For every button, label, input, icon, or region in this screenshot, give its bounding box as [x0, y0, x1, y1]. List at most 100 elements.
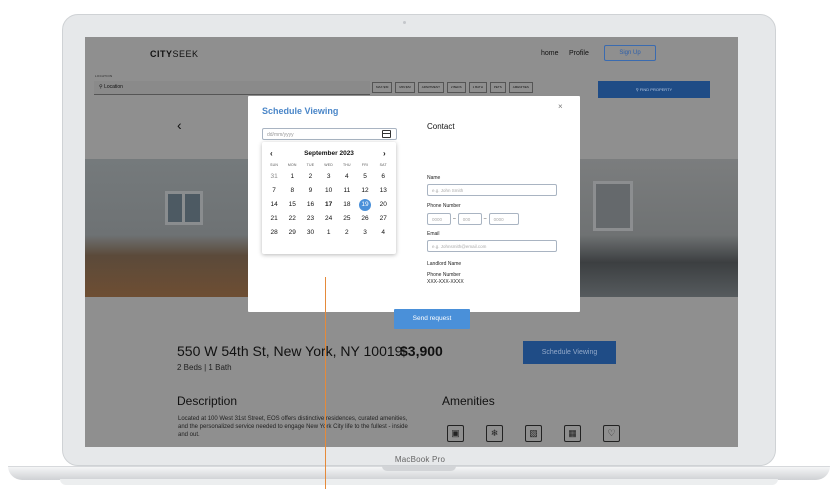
calendar-day-label: 31	[270, 173, 278, 180]
calendar-day-label: 12	[361, 187, 369, 194]
calendar-day[interactable]: 1	[283, 170, 301, 184]
calendar-day[interactable]: 1	[320, 226, 338, 240]
back-arrow-icon[interactable]: ‹	[177, 117, 182, 133]
calendar-day[interactable]: 17	[320, 198, 338, 212]
weekday-label: WED	[324, 163, 334, 167]
find-property-button[interactable]: ⚲ FIND PROPERTY	[598, 81, 710, 98]
calendar-day[interactable]: 9	[301, 184, 319, 198]
calendar-day[interactable]: 7	[265, 184, 283, 198]
calendar-day[interactable]: 8	[283, 184, 301, 198]
landlord-phone-value: XXX-XXX-XXXX	[427, 279, 464, 285]
filter-bar: MAX $/M MIN $/M APARTMENT 2 BEDS 1 BATH PETS A…	[372, 82, 533, 93]
calendar-day-label: 2	[308, 173, 313, 180]
calendar-day-label: 8	[290, 187, 295, 194]
date-picker: ‹ September 2023 › SUN MON TUE WED THU FRI SAT…	[262, 142, 396, 254]
filter-chip[interactable]: 1 BATH	[468, 82, 487, 93]
phone-prefix-field[interactable]: 000	[457, 213, 482, 225]
calendar-day[interactable]: 6	[374, 170, 392, 184]
listing-photo-left	[85, 159, 248, 297]
calendar-day-label: 11	[343, 187, 351, 194]
calendar-day[interactable]: 16	[301, 198, 319, 212]
calendar-day-label: 6	[381, 173, 386, 180]
filter-chip[interactable]: MAX $/M	[372, 82, 393, 93]
calendar-day-label: 30	[306, 229, 315, 236]
chevron-right-icon[interactable]: ›	[383, 149, 386, 158]
calendar-day[interactable]: 29	[283, 226, 301, 240]
nav-home-link[interactable]: home	[541, 50, 559, 57]
calendar-day-label: 4	[345, 173, 349, 180]
phone-separator: –	[453, 216, 456, 222]
calendar-day[interactable]: 28	[265, 226, 283, 240]
calendar-day[interactable]: 14	[265, 198, 283, 212]
device-label: MacBook Pro	[394, 455, 446, 464]
calendar-month: September 2023	[304, 150, 354, 157]
calendar-day-label: 9	[308, 187, 313, 194]
filter-chip[interactable]: PETS	[489, 82, 506, 93]
calendar-day[interactable]: 10	[320, 184, 338, 198]
signup-button[interactable]: Sign Up	[604, 45, 656, 61]
calendar-day[interactable]: 24	[320, 212, 338, 226]
calendar-grid: SUN MON TUE WED THU FRI SAT 31 1 2 3 4 5 6 7 8 9 10 11 12 13…	[265, 161, 393, 240]
calendar-day[interactable]: 21	[265, 212, 283, 226]
filter-chip[interactable]: 2 BEDS	[446, 82, 466, 93]
close-icon[interactable]: ×	[558, 102, 563, 111]
calendar-day[interactable]: 22	[283, 212, 301, 226]
calendar-day[interactable]: 13	[374, 184, 392, 198]
calendar-day[interactable]: 23	[301, 212, 319, 226]
calendar-day[interactable]: 5	[356, 170, 374, 184]
calendar-day[interactable]: 20	[374, 198, 392, 212]
location-input[interactable]: ⚲ Location	[94, 81, 370, 95]
phone-line-field[interactable]: 0000	[488, 213, 519, 225]
calendar-day[interactable]: 4	[338, 170, 356, 184]
calendar-icon[interactable]	[382, 130, 391, 138]
calendar-day-label: 26	[361, 215, 369, 222]
calendar-day[interactable]: 31	[265, 170, 283, 184]
calendar-day[interactable]: 4	[374, 226, 392, 240]
site-logo[interactable]: CITYSEEK	[150, 49, 199, 59]
calendar-day-selected[interactable]: 19	[356, 198, 374, 212]
filter-chip[interactable]: APARTMENT	[417, 82, 444, 93]
calendar-day[interactable]: 11	[338, 184, 356, 198]
schedule-viewing-button[interactable]: Schedule Viewing	[523, 341, 616, 364]
washer-icon: ▣	[447, 425, 464, 442]
calendar-day[interactable]: 26	[356, 212, 374, 226]
calendar-day[interactable]: 18	[338, 198, 356, 212]
snowflake-icon: ❄	[486, 425, 503, 442]
email-label: Email	[427, 231, 440, 237]
calendar-day-label: 21	[270, 215, 278, 222]
name-field[interactable]: e.g. John Smith	[427, 184, 557, 196]
weekday-label: SUN	[270, 163, 279, 167]
calendar-day-label: 17	[325, 201, 333, 208]
mirror-image	[593, 181, 633, 231]
weekday-label: TUE	[306, 163, 315, 167]
schedule-viewing-modal: Schedule Viewing × dd/mm/yyyy ‹ Septembe…	[248, 96, 580, 329]
filter-chip[interactable]: MIN $/M	[395, 82, 415, 93]
calendar-day[interactable]: 27	[374, 212, 392, 226]
phone-separator: –	[483, 216, 487, 222]
calendar-day[interactable]: 12	[356, 184, 374, 198]
weekday-label: MON	[287, 163, 297, 167]
nav-profile-link[interactable]: Profile	[569, 50, 589, 57]
phone-fields: 0000 – 000 – 0000	[427, 213, 519, 225]
calendar-day[interactable]: 2	[338, 226, 356, 240]
calendar-day[interactable]: 15	[283, 198, 301, 212]
calendar-day-label: 10	[325, 187, 333, 194]
calendar-day[interactable]: 30	[301, 226, 319, 240]
phone-area-field[interactable]: 0000	[427, 213, 451, 225]
calendar-day[interactable]: 2	[301, 170, 319, 184]
calendar-day[interactable]: 3	[356, 226, 374, 240]
pointer-line	[325, 277, 326, 489]
date-input[interactable]: dd/mm/yyyy	[262, 128, 397, 140]
camera-icon	[403, 21, 406, 24]
description-heading: Description	[177, 394, 238, 408]
calendar-day-label: 20	[379, 201, 387, 208]
dishwasher-icon: ▦	[564, 425, 581, 442]
calendar-day-label: 3	[326, 173, 331, 180]
calendar-day-label: 18	[343, 201, 351, 208]
calendar-day-label: 14	[270, 201, 278, 208]
send-request-button[interactable]: Send request	[394, 309, 470, 329]
email-field[interactable]: e.g. Johnsmith@email.com	[427, 240, 557, 252]
calendar-day[interactable]: 3	[320, 170, 338, 184]
calendar-day[interactable]: 25	[338, 212, 356, 226]
filter-chip[interactable]: AMENITIES	[508, 82, 533, 93]
